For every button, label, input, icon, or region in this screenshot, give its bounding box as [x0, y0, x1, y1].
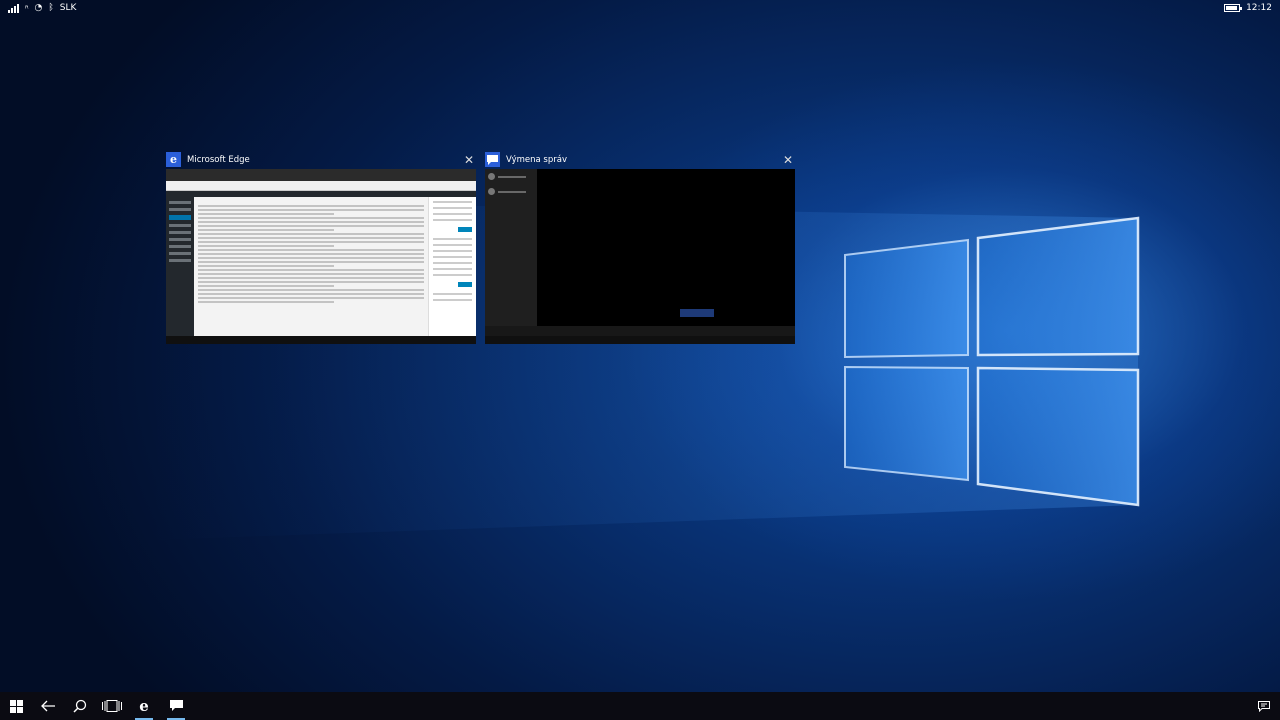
back-button[interactable] — [32, 692, 64, 720]
action-center-icon — [1258, 700, 1270, 712]
search-button[interactable] — [64, 692, 96, 720]
window-title: Výmena správ — [506, 154, 567, 165]
window-header: Výmena správ ✕ — [485, 150, 795, 169]
edge-icon: e — [166, 152, 181, 167]
edge-icon: e — [139, 697, 149, 715]
taskbar: e — [0, 692, 1280, 720]
action-center-button[interactable] — [1248, 692, 1280, 720]
task-view-button[interactable] — [96, 692, 128, 720]
close-window-button[interactable]: ✕ — [462, 153, 476, 167]
window-thumbnail[interactable] — [485, 169, 795, 344]
search-icon — [73, 699, 87, 713]
messaging-icon — [169, 700, 183, 711]
messaging-icon — [485, 152, 500, 167]
wallpaper-windows-logo — [150, 200, 1140, 540]
signal-icon — [8, 3, 19, 13]
start-icon — [9, 699, 23, 713]
task-view-window-edge[interactable]: e Microsoft Edge ✕ — [166, 150, 476, 344]
start-button[interactable] — [0, 692, 32, 720]
window-title: Microsoft Edge — [187, 154, 250, 165]
window-thumbnail[interactable] — [166, 169, 476, 344]
clock: 12:12 — [1246, 3, 1272, 13]
battery-icon — [1224, 4, 1243, 12]
wifi-icon: ◔ — [34, 3, 43, 13]
close-window-button[interactable]: ✕ — [781, 153, 795, 167]
taskbar-edge-button[interactable]: e — [128, 692, 160, 720]
taskbar-messaging-button[interactable] — [160, 692, 192, 720]
bluetooth-icon: ᛒ — [48, 3, 54, 13]
task-view-icon — [102, 700, 122, 712]
network-label: SLK — [59, 3, 77, 13]
roaming-icon: ᴿ — [25, 3, 29, 13]
back-icon — [41, 700, 55, 712]
task-view-window-messaging[interactable]: Výmena správ ✕ — [485, 150, 795, 344]
window-header: e Microsoft Edge ✕ — [166, 150, 476, 169]
status-bar: ᴿ ◔ ᛒ SLK 12:12 — [0, 0, 1280, 16]
